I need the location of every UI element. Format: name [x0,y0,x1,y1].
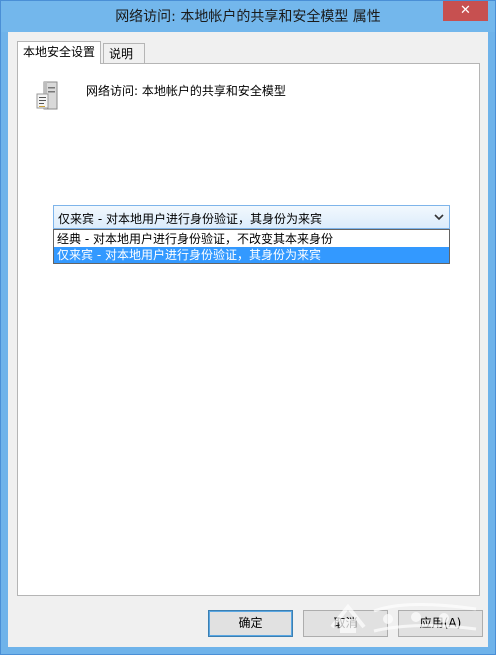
chevron-down-icon[interactable] [433,209,445,225]
dropdown-option-guest-only[interactable]: 仅来宾 - 对本地用户进行身份验证，其身份为来宾 [54,247,449,263]
combobox-selected-value: 仅来宾 - 对本地用户进行身份验证，其身份为来宾 [58,212,322,226]
tab-local-security-setting[interactable]: 本地安全设置 [17,41,102,64]
policy-name: 网络访问: 本地帐户的共享和安全模型 [86,84,286,98]
watermark-logo [330,602,477,633]
server-policy-icon [36,81,58,110]
properties-window: 网络访问: 本地帐户的共享和安全模型 属性 ✕ 本地安全设置 说明 网络访问: … [0,0,496,655]
close-icon: ✕ [460,3,471,18]
title-bar[interactable]: 网络访问: 本地帐户的共享和安全模型 属性 ✕ [1,1,495,32]
close-button[interactable]: ✕ [443,1,488,21]
tab-explain[interactable]: 说明 [103,43,145,64]
tab-panel: 网络访问: 本地帐户的共享和安全模型 仅来宾 - 对本地用户进行身份验证，其身份… [17,63,480,596]
dialog-client-area: 本地安全设置 说明 网络访问: 本地帐户的共享和安全模型 仅来宾 - 对本地用户… [8,32,488,647]
ok-button[interactable]: 确定 [208,610,293,637]
window-title: 网络访问: 本地帐户的共享和安全模型 属性 [115,9,381,25]
combobox-dropdown-list: 经典 - 对本地用户进行身份验证，不改变其本来身份 仅来宾 - 对本地用户进行身… [53,229,450,264]
security-model-combobox[interactable]: 仅来宾 - 对本地用户进行身份验证，其身份为来宾 [53,205,450,229]
dropdown-option-classic[interactable]: 经典 - 对本地用户进行身份验证，不改变其本来身份 [54,231,449,247]
